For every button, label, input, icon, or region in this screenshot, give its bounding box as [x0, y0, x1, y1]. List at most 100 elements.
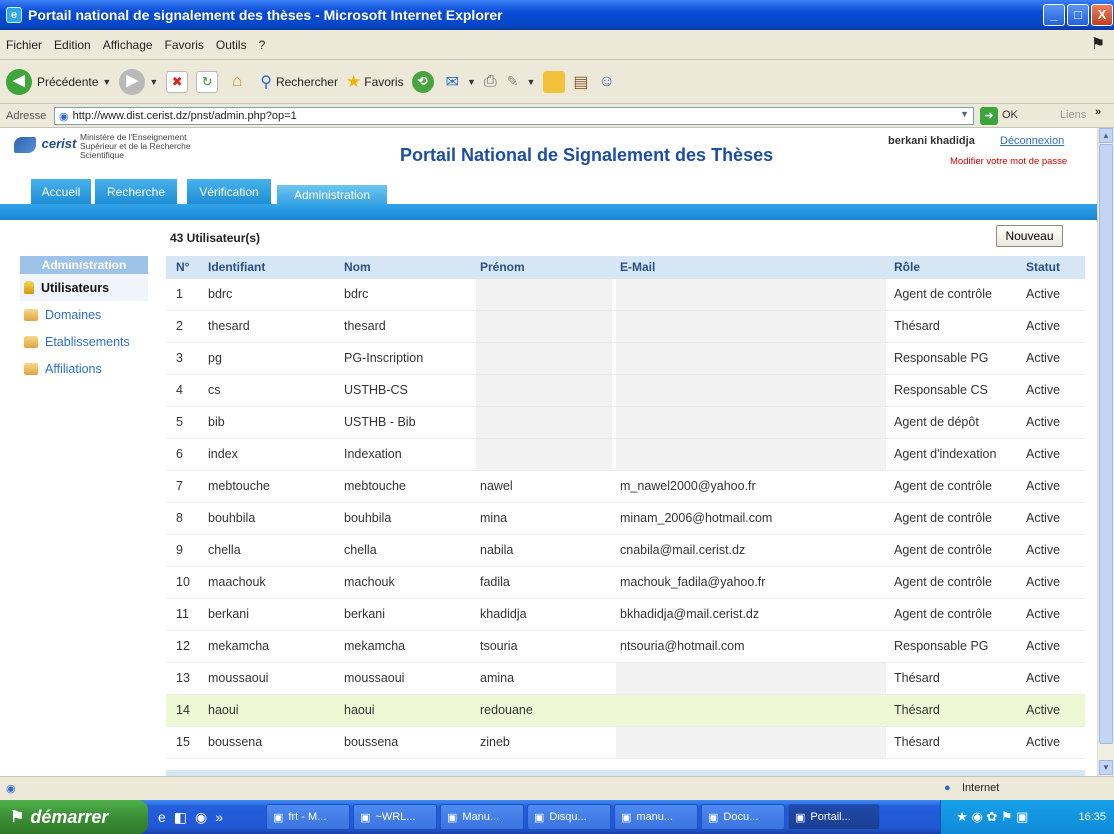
- scroll-thumb[interactable]: [1099, 144, 1113, 744]
- table-row[interactable]: 14 haoui haoui redouane Thésard Active: [166, 695, 1085, 727]
- task-label: frt - M...: [288, 811, 327, 823]
- home-icon[interactable]: ⌂: [226, 71, 248, 93]
- go-button[interactable]: OK: [1002, 109, 1018, 121]
- sidebar-item-utilisateurs[interactable]: Utilisateurs: [20, 274, 148, 301]
- chevron-down-icon[interactable]: ▼: [467, 77, 476, 87]
- table-row[interactable]: 15 boussena boussena zineb Thésard Active: [166, 727, 1085, 759]
- header-band: [0, 204, 1097, 220]
- sidebar-item-affiliations[interactable]: Affiliations: [20, 355, 148, 382]
- change-password-link[interactable]: Modifier votre mot de passe: [950, 156, 1067, 167]
- messenger-icon[interactable]: ☺: [599, 73, 615, 91]
- sidebar-item-label: Domaines: [45, 307, 102, 322]
- forward-button[interactable]: ▶ ▼: [119, 68, 158, 95]
- research-icon[interactable]: ▤: [573, 72, 588, 92]
- header-col-nom: Nom: [344, 260, 371, 274]
- tab-administration[interactable]: Administration: [276, 184, 388, 204]
- stop-icon[interactable]: ✖: [166, 70, 189, 93]
- table-row[interactable]: 10 maachouk machouk fadila machouk_fadila@ya…: [166, 567, 1085, 599]
- taskbar-task[interactable]: ▣ ~WRL...: [353, 804, 437, 830]
- chevron-down-icon[interactable]: ▼: [102, 77, 111, 87]
- media-icon[interactable]: ◉: [195, 809, 207, 826]
- taskbar-task[interactable]: ▣ manu...: [614, 804, 698, 830]
- table-row[interactable]: 3 pg PG-Inscription Responsable PG Active: [166, 343, 1085, 375]
- table-row[interactable]: 11 berkani berkani khadidja bkhadidja@mail.c…: [166, 599, 1085, 631]
- empty-cell: [476, 375, 612, 406]
- cell-num: 11: [176, 607, 189, 621]
- tab-verification[interactable]: Vérification: [186, 178, 272, 204]
- scroll-down-icon[interactable]: ▼: [1099, 760, 1113, 775]
- cell-nom: boussena: [344, 735, 399, 749]
- tab-recherche[interactable]: Recherche: [94, 178, 178, 204]
- menu-affichage[interactable]: Affichage: [103, 38, 153, 52]
- chevron-right-icon[interactable]: »: [1095, 106, 1101, 118]
- url-input[interactable]: ◉ http://www.dist.cerist.dz/pnst/admin.p…: [54, 107, 974, 125]
- mail-icon[interactable]: ✉: [446, 72, 459, 92]
- start-button[interactable]: ⚑ démarrer: [0, 800, 148, 834]
- table-row[interactable]: 9 chella chella nabila cnabila@mail.cerist.d…: [166, 535, 1085, 567]
- ministry-name: Ministère de l'Enseignement Supérieur et…: [80, 133, 191, 160]
- cell-email: bkhadidja@mail.cerist.dz: [620, 607, 760, 621]
- cell-statut: Active: [1026, 511, 1061, 525]
- chevron-down-icon[interactable]: ▼: [960, 109, 969, 119]
- admin-sidebar: Administration Utilisateurs Domaines Eta…: [20, 256, 148, 382]
- desktop-icon[interactable]: ◧: [174, 809, 187, 826]
- back-button[interactable]: ◀ Précédente ▼: [6, 68, 111, 95]
- refresh-icon[interactable]: ↻: [196, 70, 219, 93]
- main-tabs: Accueil Recherche Vérification Administr…: [0, 178, 1097, 204]
- close-button[interactable]: X: [1091, 4, 1113, 26]
- history-icon[interactable]: ⟲: [411, 70, 434, 93]
- chevron-down-icon[interactable]: ▼: [526, 77, 535, 87]
- empty-cell: [476, 343, 612, 374]
- user-count: 43 Utilisateur(s): [170, 231, 261, 245]
- edit-icon[interactable]: ✎: [507, 73, 519, 90]
- sidebar-item-etablissements[interactable]: Etablissements: [20, 328, 148, 355]
- logout-link[interactable]: Déconnexion: [1000, 135, 1064, 147]
- taskbar-task[interactable]: ▣ frt - M...: [266, 804, 350, 830]
- tray-icons[interactable]: ★ ◉ ✿ ⚑ ▣: [956, 809, 1028, 825]
- table-row[interactable]: 7 mebtouche mebtouche nawel m_nawel2000@yaho…: [166, 471, 1085, 503]
- internet-zone-icon: ●: [944, 782, 951, 794]
- maximize-button[interactable]: □: [1067, 4, 1089, 26]
- folder-icon[interactable]: [543, 70, 566, 93]
- table-row[interactable]: 6 index Indexation Agent d'indexation Active: [166, 439, 1085, 471]
- cell-role: Thésard: [894, 703, 940, 717]
- menu-fichier[interactable]: Fichier: [6, 38, 42, 52]
- table-row[interactable]: 13 moussaoui moussaoui amina Thésard Active: [166, 663, 1085, 695]
- links-button[interactable]: Liens: [1060, 109, 1086, 121]
- table-row[interactable]: 5 bib USTHB - Bib Agent de dépôt Active: [166, 407, 1085, 439]
- chevron-right-icon[interactable]: »: [215, 809, 223, 825]
- table-row[interactable]: 4 cs USTHB-CS Responsable CS Active: [166, 375, 1085, 407]
- menu-edition[interactable]: Edition: [54, 38, 91, 52]
- favorites-button[interactable]: ★ Favoris: [346, 72, 404, 92]
- page-viewport: cerist Ministère de l'Enseignement Supér…: [0, 128, 1097, 776]
- chevron-down-icon[interactable]: ▼: [149, 77, 158, 87]
- cell-statut: Active: [1026, 415, 1061, 429]
- table-row[interactable]: 8 bouhbila bouhbila mina minam_2006@hotmail.…: [166, 503, 1085, 535]
- empty-cell: [476, 439, 612, 470]
- cell-role: Thésard: [894, 735, 940, 749]
- cell-num: 8: [176, 511, 183, 525]
- cell-prenom: mina: [480, 511, 508, 525]
- taskbar-task[interactable]: ▣ Portail...: [788, 804, 880, 830]
- ie-launch-icon[interactable]: e: [158, 809, 166, 825]
- minimize-button[interactable]: _: [1043, 4, 1065, 26]
- menu-outils[interactable]: Outils: [216, 38, 247, 52]
- search-button[interactable]: ⚲ Rechercher: [260, 72, 338, 92]
- menu-favoris[interactable]: Favoris: [165, 38, 204, 52]
- taskbar-task[interactable]: ▣ Manu...: [440, 804, 524, 830]
- table-row[interactable]: 1 bdrc bdrc Agent de contrôle Active: [166, 279, 1085, 311]
- taskbar-task[interactable]: ▣ Docu...: [701, 804, 785, 830]
- sidebar-item-domaines[interactable]: Domaines: [20, 301, 148, 328]
- cell-prenom: nawel: [480, 479, 513, 493]
- sidebar-heading: Administration: [20, 256, 148, 274]
- table-row[interactable]: 12 mekamcha mekamcha tsouria ntsouria@hotmai…: [166, 631, 1085, 663]
- scroll-up-icon[interactable]: ▲: [1099, 128, 1113, 143]
- print-icon[interactable]: ⎙: [484, 73, 497, 91]
- menu-help[interactable]: ?: [259, 38, 266, 52]
- taskbar-task[interactable]: ▣ Disqu...: [527, 804, 611, 830]
- tab-accueil[interactable]: Accueil: [30, 178, 92, 204]
- new-user-button[interactable]: Nouveau: [996, 225, 1063, 247]
- vertical-scrollbar[interactable]: ▲ ▼: [1097, 128, 1114, 776]
- table-row[interactable]: 2 thesard thesard Thésard Active: [166, 311, 1085, 343]
- go-arrow-icon[interactable]: ➜: [980, 107, 998, 125]
